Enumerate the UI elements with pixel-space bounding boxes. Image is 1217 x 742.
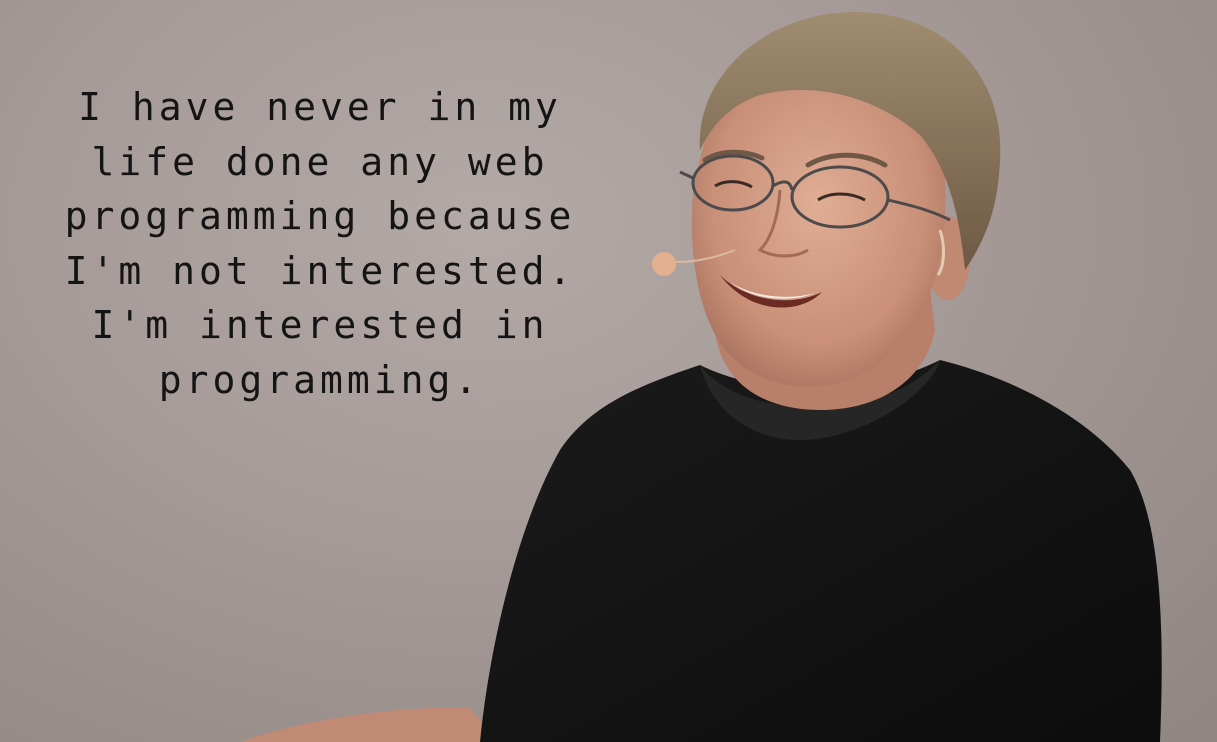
quote-line: I'm interested in xyxy=(91,303,549,347)
quote-line: life done any web xyxy=(91,139,549,184)
quote-line: I have never in my xyxy=(78,85,562,129)
headset-microphone xyxy=(652,252,676,276)
quote-line: programming. xyxy=(158,357,482,402)
quote-text: I have never in my life done any web pro… xyxy=(40,80,600,407)
arm xyxy=(240,707,500,742)
quote-line: I'm not interested. xyxy=(64,248,576,293)
quote-line: programming because xyxy=(64,194,576,238)
